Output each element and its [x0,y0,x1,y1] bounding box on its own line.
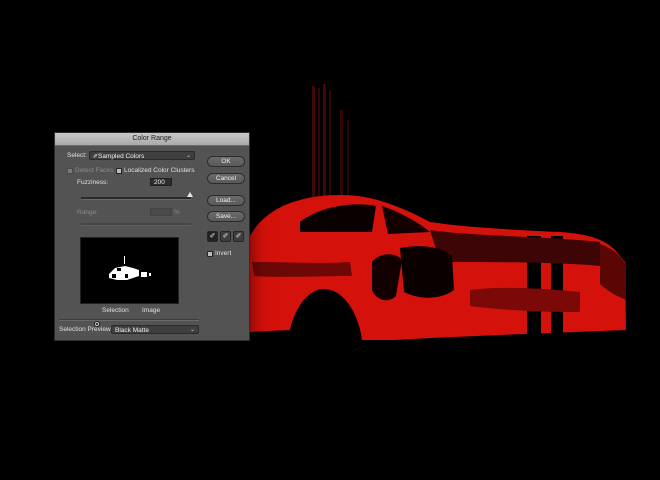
select-value: Sampled Colors [98,153,145,160]
preview-mask-image [109,256,151,280]
dialog-title[interactable]: Color Range [55,133,249,146]
car-silhouette [250,195,626,340]
selection-preview-value: Black Matte [115,327,149,334]
select-label: Select: [67,152,87,159]
fuzziness-label: Fuzziness: [77,179,109,186]
selection-preview-thumbnail [80,237,179,304]
detect-faces-checkbox[interactable] [67,168,73,174]
invert-label: Invert [215,250,232,257]
chevron-down-icon: ⌄ [185,153,191,159]
range-label: Range: [77,209,98,216]
invert-checkbox[interactable] [207,251,213,257]
selection-radio-label: Selection [102,307,129,314]
save-button[interactable]: Save... [207,211,245,222]
ok-button[interactable]: OK [207,156,245,167]
fuzziness-input[interactable]: 200 [150,178,172,186]
load-button[interactable]: Load... [207,195,245,206]
divider [59,319,199,321]
range-input[interactable] [150,208,172,216]
fuzziness-slider-thumb[interactable] [187,192,193,197]
selection-preview-dropdown[interactable]: Black Matte ⌄ [111,325,199,334]
eyedropper-minus-icon[interactable]: ✐ [233,231,244,242]
fuzziness-slider-track[interactable] [81,197,191,200]
image-radio-label: Image [142,307,161,314]
detect-faces-label: Detect Faces [75,167,114,174]
localized-color-clusters-label: Localized Color Clusters [124,167,195,174]
range-unit: % [174,209,180,216]
cancel-button[interactable]: Cancel [207,173,245,184]
eyedropper-plus-icon[interactable]: ✐ [220,231,231,242]
range-slider-track[interactable] [81,223,191,226]
localized-color-clusters-checkbox[interactable] [116,168,122,174]
eyedropper-icon[interactable]: ✐ [207,231,218,242]
select-dropdown[interactable]: ✐Sampled Colors ⌄ [89,151,195,160]
color-range-dialog: Color Range Select: ✐Sampled Colors ⌄ De… [54,132,250,341]
selection-preview-label: Selection Preview: [59,326,113,333]
chevron-down-icon: ⌄ [189,327,195,333]
